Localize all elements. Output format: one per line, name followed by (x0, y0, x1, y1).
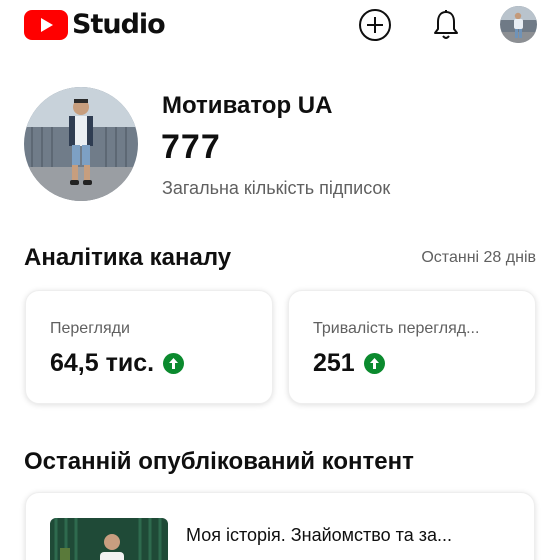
studio-wordmark: Studio (72, 9, 166, 40)
bell-icon (434, 10, 458, 39)
trend-up-icon (163, 353, 185, 374)
analytics-section-title: Аналітика каналу (24, 244, 232, 271)
account-avatar-image (500, 6, 537, 43)
metric-value-row: 64,5 тис. (50, 349, 185, 378)
latest-content-title: Останній опублікований контент (24, 448, 414, 475)
channel-avatar[interactable] (24, 87, 138, 201)
metric-value: 251 (313, 349, 355, 377)
notifications-button[interactable] (429, 8, 463, 42)
video-title: Моя історія. Знайомство та за... (186, 525, 452, 545)
channel-avatar-image (24, 87, 138, 201)
youtube-logo-icon (24, 9, 68, 40)
latest-video-card[interactable]: Моя історія. Знайомство та за... (25, 492, 535, 560)
trend-up-icon (363, 353, 385, 374)
channel-name: Мотиватор UA (162, 92, 333, 119)
subscriber-label: Загальна кількість підписок (162, 178, 391, 198)
metric-value: 64,5 тис. (50, 349, 155, 377)
metric-value-row: 251 (313, 349, 385, 378)
account-avatar[interactable] (500, 6, 537, 43)
create-plus-icon (359, 9, 391, 41)
youtube-studio-logo[interactable]: Studio (24, 9, 166, 40)
video-thumbnail-image (50, 518, 168, 560)
create-button[interactable] (358, 8, 392, 42)
video-thumbnail[interactable] (50, 518, 168, 560)
metric-card-watch-time[interactable]: Тривалість перегляд... 251 (288, 290, 536, 404)
metric-card-views[interactable]: Перегляди 64,5 тис. (25, 290, 273, 404)
subscriber-count: 777 (161, 128, 221, 166)
top-bar: Studio (0, 0, 560, 50)
metric-label: Тривалість перегляд... (313, 320, 480, 337)
analytics-period: Останні 28 днів (421, 249, 536, 266)
metric-label: Перегляди (50, 320, 130, 337)
